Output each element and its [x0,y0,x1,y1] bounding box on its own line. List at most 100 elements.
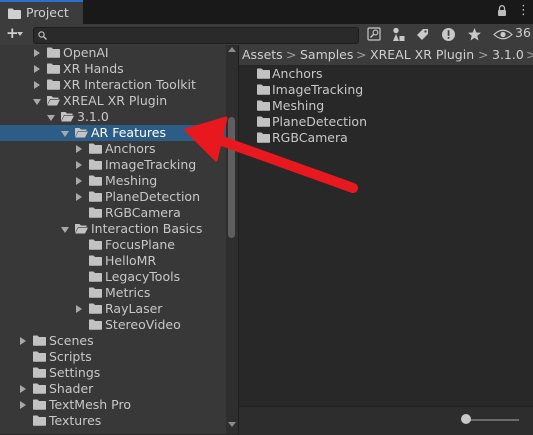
tree-item[interactable]: Metrics [0,285,238,301]
favorite-star-icon[interactable] [466,26,483,43]
expand-arrow-right-icon[interactable] [76,193,82,201]
warning-icon[interactable] [440,26,457,43]
tree-item[interactable]: Scripts [0,349,238,365]
visibility-eye-icon[interactable] [493,26,513,43]
tree-item[interactable]: Textures [0,413,238,429]
tree-item-label: Textures [49,413,102,428]
expand-arrow-right-icon[interactable] [34,49,40,57]
tree-item-label: Shader [49,381,94,396]
kebab-menu-icon[interactable]: ⋮ [517,4,530,17]
content-item[interactable]: Meshing [239,98,533,114]
expand-arrow-right-icon[interactable] [20,385,26,393]
tree-item-label: XR Interaction Toolkit [63,77,196,92]
tree-item[interactable]: Scenes [0,333,238,349]
folder-icon [47,47,60,61]
tree-item[interactable]: StereoVideo [0,317,238,333]
tree-item-label: ImageTracking [105,157,197,172]
content-item[interactable]: ImageTracking [239,82,533,98]
tree-scrollbar[interactable] [226,45,238,434]
content-item[interactable]: RGBCamera [239,130,533,146]
expand-arrow-right-icon[interactable] [34,81,40,89]
tree-scrollbar-thumb[interactable] [228,117,235,238]
folder-open-icon [75,223,88,237]
tab-label: Project [26,5,69,20]
content-item-label: ImageTracking [272,82,364,97]
tree-item[interactable]: TextMesh Pro [0,397,238,413]
folder-icon [8,8,21,22]
tree-item[interactable]: Interaction Basics [0,221,238,237]
expand-arrow-right-icon[interactable] [76,305,82,313]
expand-arrow-down-icon[interactable] [61,131,69,137]
tree-item[interactable]: AR Features [0,125,238,141]
tree-item[interactable]: Anchors [0,141,238,157]
tree-item[interactable]: FocusPlane [0,237,238,253]
scroll-down-arrow-icon[interactable] [228,422,236,427]
filter-by-label-icon[interactable] [390,26,407,43]
expand-arrow-down-icon[interactable] [47,115,55,121]
folder-icon [89,159,102,173]
tree-item[interactable]: RayLaser [0,301,238,317]
tree-item-label: Scenes [49,333,94,348]
folder-icon [257,116,270,130]
breadcrumb-item[interactable]: XREAL XR Plugin [370,47,474,62]
tree-item[interactable]: OpenAI [0,45,238,61]
folder-icon [33,383,46,397]
expand-arrow-right-icon[interactable] [34,65,40,73]
folder-open-icon [47,95,60,109]
folder-icon [47,63,60,77]
expand-arrow-down-icon[interactable] [33,99,41,105]
tree-item[interactable]: Meshing [0,173,238,189]
breadcrumb-item[interactable]: Assets [242,47,283,62]
expand-arrow-right-icon[interactable] [76,145,82,153]
tree-item[interactable]: RGBCamera [0,205,238,221]
tree-item-label: XR Hands [63,61,124,76]
tree-item[interactable]: XR Hands [0,61,238,77]
expand-arrow-right-icon[interactable] [76,161,82,169]
content-item[interactable]: PlaneDetection [239,114,533,130]
tree-item-label: FocusPlane [105,237,175,252]
folder-icon [33,415,46,429]
tree-item[interactable]: 3.1.0 [0,109,238,125]
tree-item[interactable]: PlaneDetection [0,189,238,205]
tree-item[interactable]: Settings [0,365,238,381]
lock-icon[interactable] [497,5,507,20]
tree-item[interactable]: XR Interaction Toolkit [0,77,238,93]
tree-item-label: OpenAI [63,45,109,60]
scroll-up-arrow-icon[interactable] [228,47,236,52]
folder-icon [89,191,102,205]
tree-item[interactable]: Shader [0,381,238,397]
content-item[interactable]: Anchors [239,66,533,82]
expand-arrow-down-icon[interactable] [61,227,69,233]
search-by-type-icon[interactable] [366,26,383,43]
content-item-label: Meshing [272,98,325,113]
breadcrumb-item[interactable]: Samples [300,47,353,62]
icon-size-slider[interactable] [467,419,519,421]
tree-item[interactable]: ImageTracking [0,157,238,173]
tree-item-label: RGBCamera [105,205,181,220]
tree-item-label: Scripts [49,349,92,364]
tree-item-label: PlaneDetection [105,189,201,204]
folder-icon [89,319,102,333]
breadcrumb-separator-icon: > [526,47,533,62]
tree-item-label: Interaction Basics [91,221,203,236]
search-input[interactable] [33,27,359,44]
content-item-label: RGBCamera [272,130,348,145]
expand-arrow-right-icon[interactable] [20,337,26,345]
breadcrumb-separator-icon: > [356,47,367,62]
folder-open-icon [61,111,74,125]
tab-project[interactable]: Project [0,0,83,24]
folder-icon [89,143,102,157]
icon-size-slider-handle[interactable] [461,414,471,424]
folder-icon [89,287,102,301]
tree-item[interactable]: XREAL XR Plugin [0,93,238,109]
visible-count: 36 [515,25,531,40]
tag-icon[interactable] [414,26,431,43]
folder-icon [33,399,46,413]
folder-icon [257,132,270,146]
tree-item[interactable]: HelloMR [0,253,238,269]
chevron-down-icon[interactable] [17,32,23,36]
expand-arrow-right-icon[interactable] [20,401,26,409]
expand-arrow-right-icon[interactable] [76,177,82,185]
breadcrumb-item[interactable]: 3.1.0 [492,47,524,62]
tree-item[interactable]: LegacyTools [0,269,238,285]
